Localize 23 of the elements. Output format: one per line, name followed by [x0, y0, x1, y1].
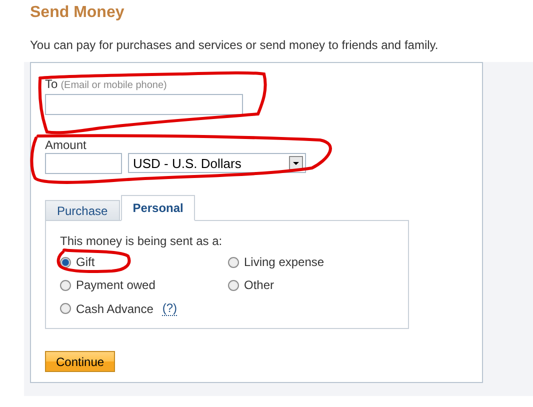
- purpose-prompt: This money is being sent as a:: [60, 234, 224, 248]
- amount-field[interactable]: [45, 153, 122, 174]
- to-label: To: [45, 77, 58, 91]
- radio-button[interactable]: [228, 256, 239, 268]
- help-link[interactable]: (?): [162, 301, 178, 316]
- continue-button[interactable]: Continue: [45, 351, 116, 372]
- tab[interactable]: Personal: [120, 195, 196, 221]
- recipient-field[interactable]: [45, 94, 243, 115]
- tab[interactable]: Purchase: [45, 200, 120, 221]
- option-label: Gift: [76, 255, 95, 269]
- intro-text: You can pay for purchases and services or send money to friends and family.: [30, 38, 440, 52]
- option-label: Living expense: [244, 255, 324, 269]
- radio-button[interactable]: [228, 280, 239, 290]
- radio-button[interactable]: [60, 303, 71, 314]
- to-hint: (Email or mobile phone): [60, 80, 167, 91]
- radio-button[interactable]: [60, 280, 71, 290]
- amount-label: Amount: [45, 138, 88, 152]
- radio-button[interactable]: [60, 256, 71, 268]
- page-title: Send Money: [30, 4, 126, 22]
- option-label: Other: [244, 278, 274, 292]
- option-label: Payment owed: [76, 278, 156, 292]
- currency-select[interactable]: USD - U.S. Dollars: [128, 153, 306, 173]
- option-label: Cash Advance: [76, 302, 154, 316]
